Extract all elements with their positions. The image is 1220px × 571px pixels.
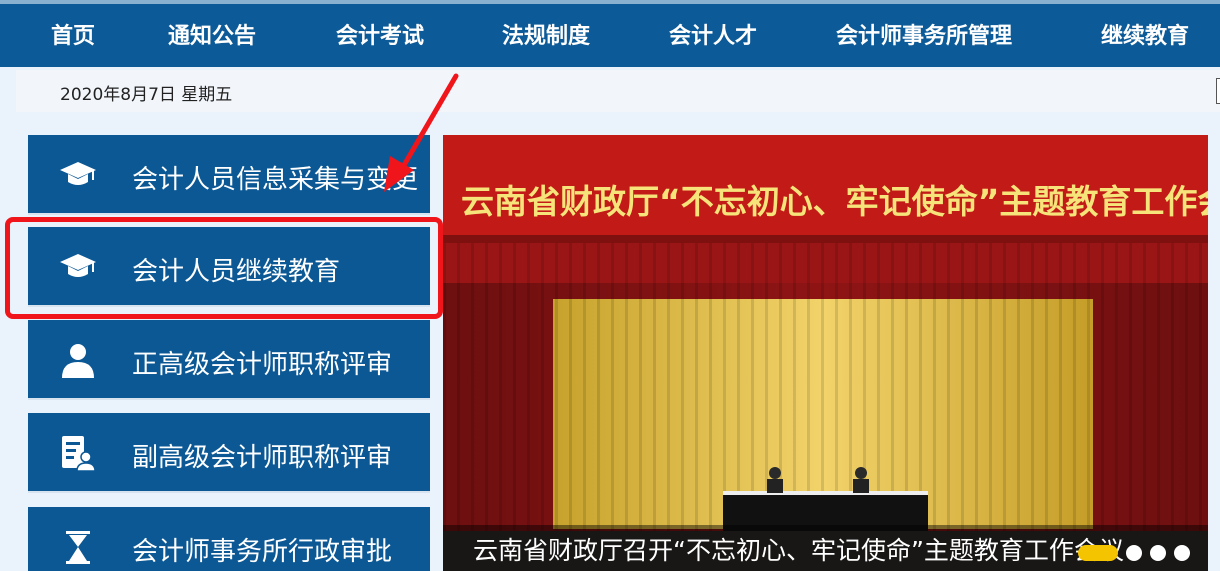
document-person-icon — [62, 436, 96, 472]
banner-carousel[interactable]: 云南省财政厅“不忘初心、牢记使命”主题教育工作会议 云南省财政厅召开“不忘初心、… — [443, 135, 1208, 571]
banner-slogan: 云南省财政厅“不忘初心、牢记使命”主题教育工作会议 — [461, 182, 1208, 221]
date-bar: 2020年8月7日 星期五 — [16, 70, 1220, 112]
current-date: 2020年8月7日 星期五 — [60, 85, 233, 105]
carousel-dot[interactable] — [1126, 545, 1142, 561]
nav-item-notices[interactable]: 通知公告 — [168, 17, 256, 57]
nav-item-continuing-education[interactable]: 继续教育 — [1101, 17, 1189, 57]
top-navigation: 首页 通知公告 会计考试 法规制度 会计人才 会计师事务所管理 继续教育 — [0, 0, 1220, 67]
carousel-dot-active[interactable] — [1078, 545, 1118, 561]
highlight-annotation-frame — [5, 217, 443, 319]
nav-item-talent[interactable]: 会计人才 — [669, 17, 757, 57]
sidebar-item-firm-approval[interactable]: 会计师事务所行政审批 — [28, 507, 430, 571]
nav-item-accounting-exam[interactable]: 会计考试 — [336, 17, 424, 57]
search-box-edge[interactable] — [1216, 78, 1220, 104]
sidebar-item-senior-title-review[interactable]: 正高级会计师职称评审 — [28, 320, 430, 400]
carousel-dots — [1000, 545, 1200, 561]
sidebar-item-label: 会计师事务所行政审批 — [132, 537, 393, 567]
sidebar-item-associate-title-review[interactable]: 副高级会计师职称评审 — [28, 413, 430, 493]
nav-item-home[interactable]: 首页 — [51, 17, 95, 57]
nav-item-firm-management[interactable]: 会计师事务所管理 — [836, 17, 1012, 57]
hourglass-icon — [66, 531, 90, 564]
sidebar-item-label: 副高级会计师职称评审 — [132, 443, 393, 473]
carousel-dot[interactable] — [1174, 545, 1190, 561]
graduation-cap-icon — [60, 162, 96, 185]
nav-item-regulations[interactable]: 法规制度 — [502, 17, 590, 57]
carousel-dot[interactable] — [1150, 545, 1166, 561]
person-icon — [62, 344, 94, 378]
sidebar-item-label: 正高级会计师职称评审 — [132, 350, 393, 380]
